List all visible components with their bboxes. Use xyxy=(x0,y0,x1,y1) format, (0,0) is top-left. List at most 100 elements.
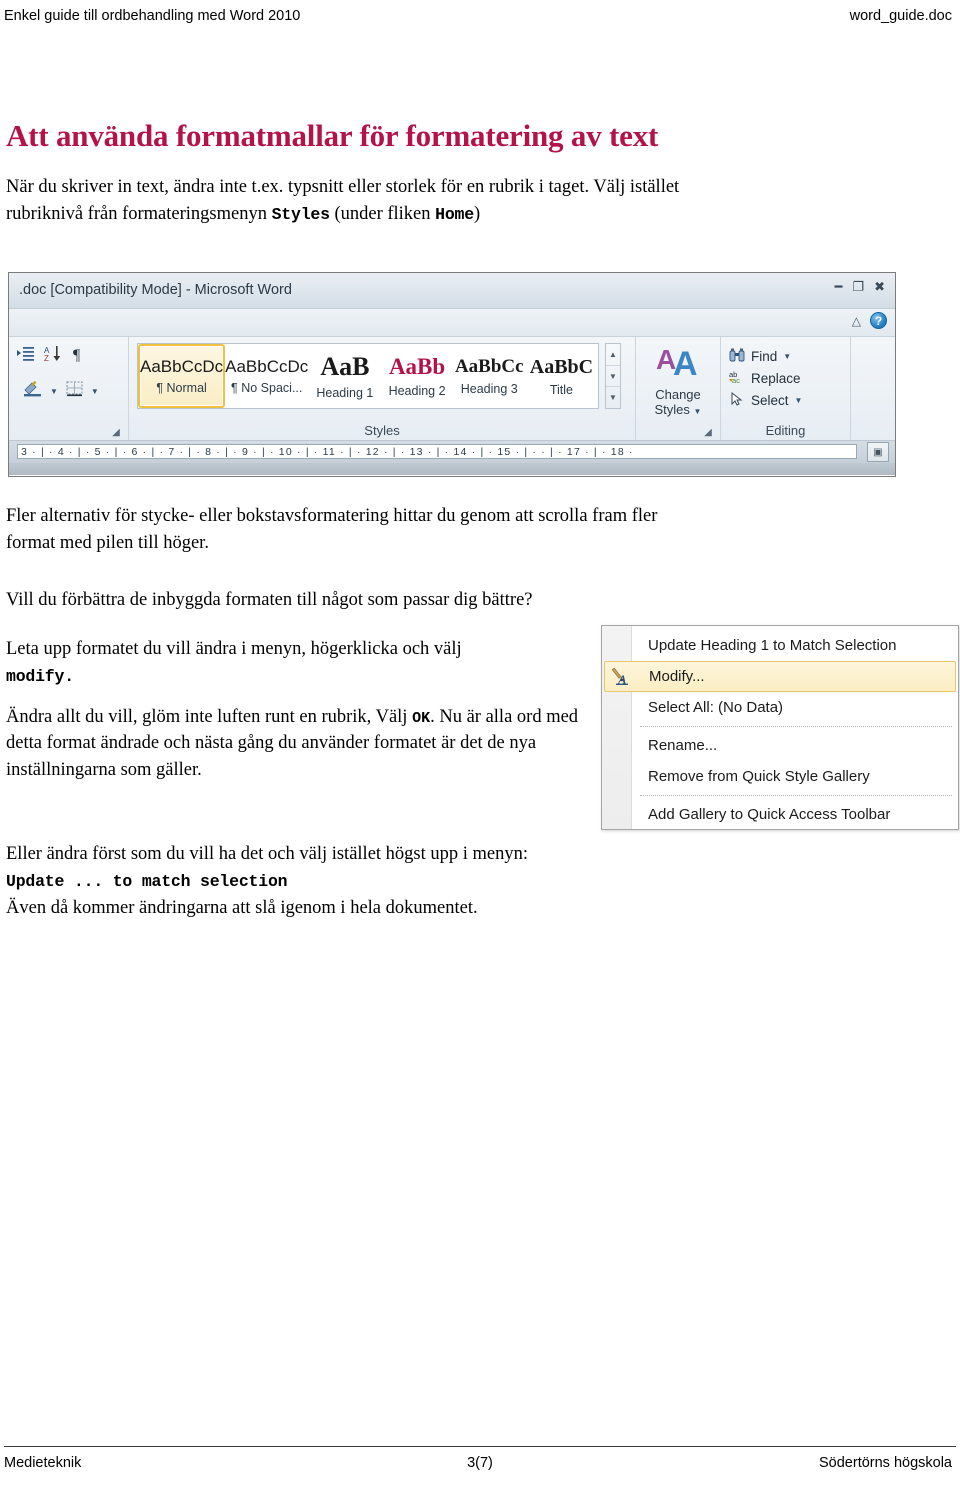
mid-content: Fler alternativ för stycke- eller boksta… xyxy=(6,503,936,641)
menu-item-remove-from-gallery-label: Remove from Quick Style Gallery xyxy=(648,768,870,785)
style-item-heading-3[interactable]: AaBbCc Heading 3 xyxy=(454,344,526,408)
style-item-normal[interactable]: AaBbCcDc ¶ Normal xyxy=(138,344,226,408)
style-sample-normal: AaBbCcDc xyxy=(140,357,224,376)
code-modify: modify. xyxy=(6,666,74,686)
style-item-heading-1[interactable]: AaB Heading 1 xyxy=(309,344,382,408)
replace-label: Replace xyxy=(751,370,801,386)
menu-item-add-to-qat[interactable]: Add Gallery to Quick Access Toolbar xyxy=(602,799,958,829)
sort-icon[interactable]: A Z xyxy=(44,345,62,367)
code-ok: OK xyxy=(412,709,431,727)
word-tab-row: △ ? xyxy=(9,309,895,337)
scroll-up-icon[interactable]: ▲ xyxy=(606,344,620,366)
menu-item-update-heading-label: Update Heading 1 to Match Selection xyxy=(648,637,897,654)
footer-row: Medieteknik 3(7) Södertörns högskola xyxy=(4,1455,956,1471)
paragraph-update-line2: Även då kommer ändringarna att slå igeno… xyxy=(6,897,478,918)
style-sample-heading-2: AaBb xyxy=(388,354,446,379)
styles-dialog-launcher-icon[interactable]: ◢ xyxy=(702,426,714,438)
style-sample-no-spacing: AaBbCcDc xyxy=(225,357,309,376)
svg-text:ac: ac xyxy=(732,376,740,384)
replace-icon: ab ac xyxy=(729,370,745,387)
binoculars-icon xyxy=(729,348,745,365)
change-styles-label-line2: Styles xyxy=(654,401,690,417)
change-styles-label[interactable]: Change Styles ▼ xyxy=(654,387,702,418)
change-styles-group: A A Change Styles ▼ ◢ xyxy=(635,337,721,440)
intro-paragraph: När du skriver in text, ändra inte t.ex.… xyxy=(6,174,936,228)
ruler-scale[interactable]: 3 · | · 4 · | · 5 · | · 6 · | · 7 · | · … xyxy=(17,444,857,459)
word-ribbon: A Z ¶ ▼ ▼ ◢ AaBbCcDc ¶ Normal AaBbCcDc ¶… xyxy=(9,337,895,441)
word-ribbon-screenshot: .doc [Compatibility Mode] - Microsoft Wo… xyxy=(8,272,896,477)
menu-item-rename-label: Rename... xyxy=(648,737,718,754)
close-icon[interactable]: ✖ xyxy=(874,280,885,293)
style-label-no-spacing: ¶ No Spaci... xyxy=(231,381,303,395)
style-item-heading-2[interactable]: AaBb Heading 2 xyxy=(381,344,454,408)
increase-indent-icon[interactable] xyxy=(17,346,34,366)
more-styles-icon[interactable]: ▼ xyxy=(606,387,620,408)
page-header: Enkel guide till ordbehandling med Word … xyxy=(4,8,956,24)
minimize-icon[interactable]: ━ xyxy=(835,280,843,293)
borders-icon[interactable] xyxy=(66,381,83,402)
cursor-icon xyxy=(729,391,745,409)
menu-item-modify[interactable]: A Modify... xyxy=(604,661,956,692)
intro-line-2-suffix: ) xyxy=(473,203,481,224)
style-label-heading-3: Heading 3 xyxy=(460,382,518,396)
paragraph-scroll-more: Fler alternativ för stycke- eller boksta… xyxy=(6,506,658,553)
show-formatting-marks-icon[interactable]: ¶ xyxy=(72,346,86,367)
scroll-down-icon[interactable]: ▼ xyxy=(606,366,620,388)
quick-style-gallery: AaBbCcDc ¶ Normal AaBbCcDc ¶ No Spaci...… xyxy=(137,343,599,409)
style-context-menu: Update Heading 1 to Match Selection A Mo… xyxy=(601,625,959,830)
paragraph-row-1: A Z ¶ xyxy=(17,345,86,367)
menu-item-update-heading[interactable]: Update Heading 1 to Match Selection xyxy=(602,630,958,661)
find-button[interactable]: Find ▼ xyxy=(729,345,850,367)
context-menu-separator-1 xyxy=(640,726,952,727)
select-dropdown-icon[interactable]: ▼ xyxy=(795,396,803,405)
footer-divider xyxy=(4,1446,956,1447)
header-filename: word_guide.doc xyxy=(849,8,952,24)
paragraph-improve: Vill du förbättra de inbyggda formaten t… xyxy=(6,589,533,610)
restore-icon[interactable]: ❐ xyxy=(852,280,864,293)
editing-group-caption: Editing xyxy=(765,423,806,438)
paragraph-row-2: ▼ ▼ xyxy=(23,380,99,402)
styles-group-caption: Styles xyxy=(364,423,400,438)
menu-item-rename[interactable]: Rename... xyxy=(602,730,958,761)
replace-button[interactable]: ab ac Replace xyxy=(729,367,850,389)
find-dropdown-icon[interactable]: ▼ xyxy=(783,352,791,361)
word-ruler: 3 · | · 4 · | · 5 · | · 6 · | · 7 · | · … xyxy=(9,441,895,463)
change-styles-icon[interactable]: A A xyxy=(656,343,700,386)
svg-text:¶: ¶ xyxy=(73,347,81,362)
menu-item-add-to-qat-label: Add Gallery to Quick Access Toolbar xyxy=(648,806,891,823)
help-icon[interactable]: ? xyxy=(870,312,887,329)
select-button[interactable]: Select ▼ xyxy=(729,389,850,411)
style-item-no-spacing[interactable]: AaBbCcDc ¶ No Spaci... xyxy=(225,344,310,408)
context-menu-items: Update Heading 1 to Match Selection A Mo… xyxy=(602,630,958,829)
paragraph-change-all: Ändra allt du vill, glöm inte luften run… xyxy=(6,704,586,784)
paragraph-change-all-prefix: Ändra allt du vill, glöm inte luften run… xyxy=(6,706,413,727)
style-label-heading-1: Heading 1 xyxy=(316,386,374,400)
code-styles: Styles xyxy=(271,204,330,224)
change-styles-dropdown-icon[interactable]: ▼ xyxy=(694,407,702,416)
paragraph-update-line1: Eller ändra först som du vill ha det och… xyxy=(6,844,529,864)
svg-text:Z: Z xyxy=(44,354,49,362)
document-content: Att använda formatmallar för formatering… xyxy=(6,118,936,232)
chevron-up-icon[interactable]: △ xyxy=(852,314,861,328)
shading-dropdown-icon[interactable]: ▼ xyxy=(50,387,58,396)
shading-icon[interactable] xyxy=(23,380,42,402)
borders-dropdown-icon[interactable]: ▼ xyxy=(91,387,99,396)
styles-group: AaBbCcDc ¶ Normal AaBbCcDc ¶ No Spaci...… xyxy=(129,337,635,440)
menu-item-remove-from-gallery[interactable]: Remove from Quick Style Gallery xyxy=(602,761,958,792)
paragraph-group: A Z ¶ ▼ ▼ ◢ xyxy=(9,337,129,440)
show-hide-whitespace-icon[interactable]: ▣ xyxy=(867,442,889,462)
modify-style-icon: A xyxy=(610,667,632,687)
ribbon-help-area: △ ? xyxy=(852,312,887,329)
style-label-title: Title xyxy=(549,382,574,397)
paragraph-update-selection: Eller ändra först som du vill ha det och… xyxy=(6,841,706,921)
paragraph-dialog-launcher-icon[interactable]: ◢ xyxy=(110,426,122,438)
style-sample-title: AaBbC xyxy=(529,355,594,378)
intro-line-2-prefix: rubriknivå från formateringsmenyn xyxy=(6,203,272,224)
style-item-title[interactable]: AaBbC Title xyxy=(526,344,599,408)
intro-line-2-mid: (under fliken xyxy=(329,203,436,224)
left-column-text: Leta upp formatet du vill ändra i menyn,… xyxy=(6,636,586,788)
menu-item-modify-label: Modify... xyxy=(649,668,705,685)
menu-item-select-all[interactable]: Select All: (No Data) xyxy=(602,692,958,723)
style-gallery-scrollbar[interactable]: ▲ ▼ ▼ xyxy=(605,343,621,409)
editing-group: Find ▼ ab ac Replace Select ▼ Editing xyxy=(721,337,851,440)
